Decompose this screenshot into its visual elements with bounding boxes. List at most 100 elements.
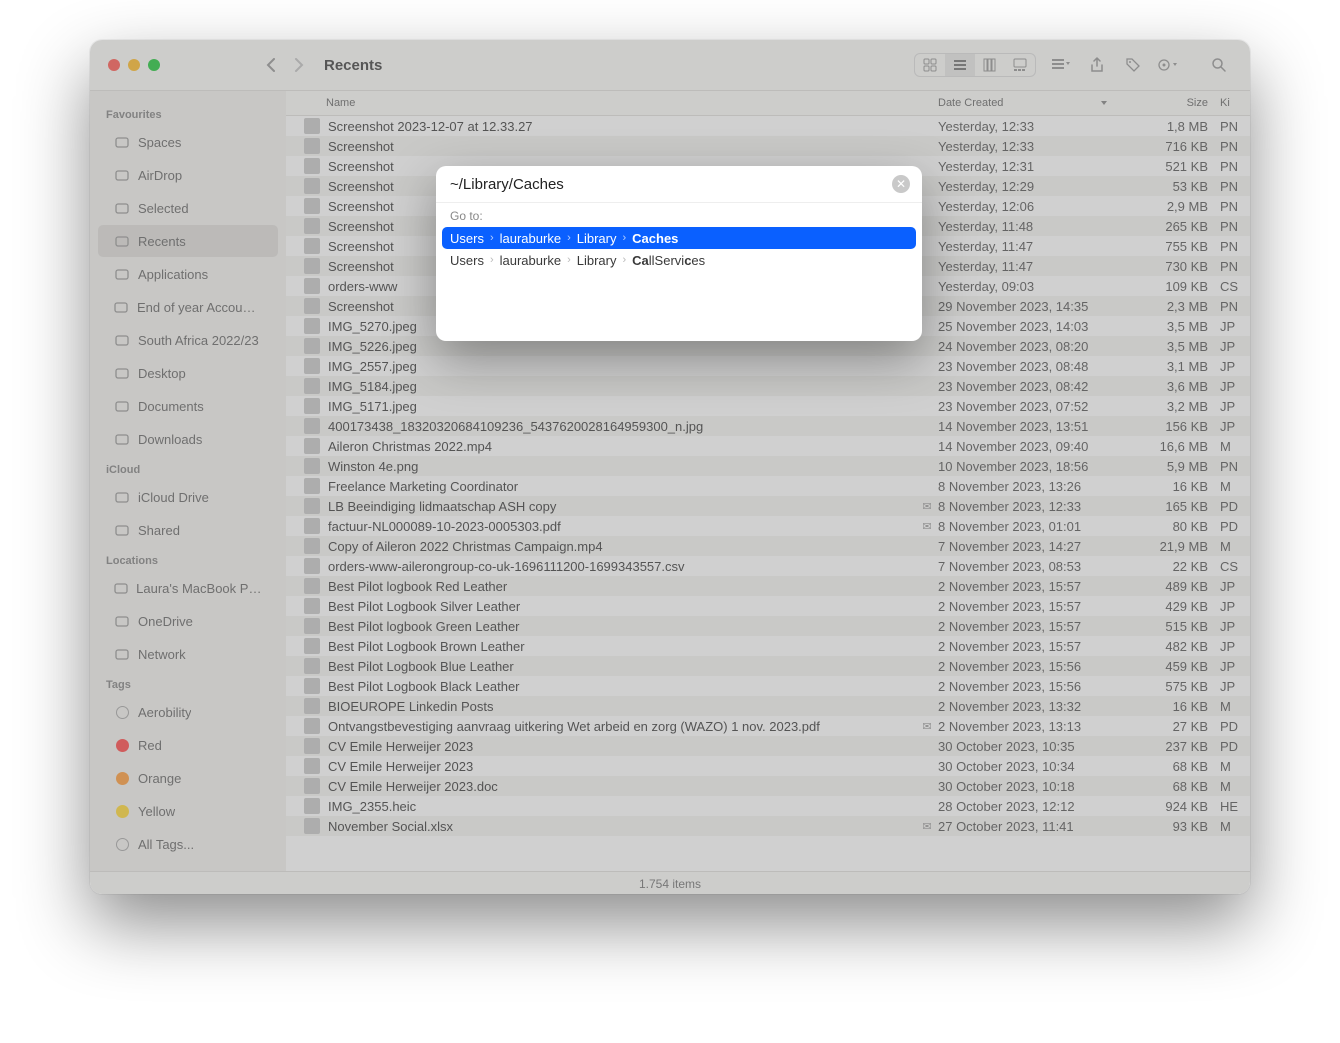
file-row[interactable]: Best Pilot logbook Red Leather2 November… [286, 576, 1250, 596]
minimize-window-button[interactable] [128, 59, 140, 71]
file-size: 16 KB [1118, 479, 1220, 494]
sidebar-item-label: Orange [138, 771, 181, 786]
file-date: Yesterday, 12:33 [938, 139, 1118, 154]
sidebar-item[interactable]: Orange [98, 762, 278, 794]
file-row[interactable]: Ontvangstbevestiging aanvraag uitkering … [286, 716, 1250, 736]
file-row[interactable]: IMG_2557.jpeg23 November 2023, 08:483,1 … [286, 356, 1250, 376]
group-by-button[interactable] [1050, 54, 1072, 76]
file-icon [304, 118, 320, 134]
file-icon [304, 158, 320, 174]
file-name: IMG_5184.jpeg [328, 379, 916, 394]
file-row[interactable]: LB Beeindiging lidmaatschap ASH copy✉8 N… [286, 496, 1250, 516]
file-size: 68 KB [1118, 759, 1220, 774]
list-view-button[interactable] [945, 54, 975, 76]
file-kind: JP [1220, 639, 1250, 654]
sidebar-item[interactable]: Yellow [98, 795, 278, 827]
column-header-kind[interactable]: Ki [1220, 97, 1250, 109]
file-date: 23 November 2023, 08:48 [938, 359, 1118, 374]
action-button[interactable] [1158, 54, 1180, 76]
file-row[interactable]: ScreenshotYesterday, 12:33716 KBPN [286, 136, 1250, 156]
file-row[interactable]: Best Pilot Logbook Silver Leather2 Novem… [286, 596, 1250, 616]
sidebar-item[interactable]: All Tags... [98, 828, 278, 860]
forward-button[interactable] [288, 54, 310, 76]
chevron-right-icon: › [565, 232, 573, 244]
icon-view-button[interactable] [915, 54, 945, 76]
file-date: 2 November 2023, 13:13 [938, 719, 1118, 734]
share-button[interactable] [1086, 54, 1108, 76]
sidebar-item[interactable]: Red [98, 729, 278, 761]
zoom-window-button[interactable] [148, 59, 160, 71]
titlebar: Recents [90, 40, 1250, 91]
file-row[interactable]: Copy of Aileron 2022 Christmas Campaign.… [286, 536, 1250, 556]
sidebar-item[interactable]: Downloads [98, 423, 278, 455]
file-icon [304, 718, 320, 734]
sidebar-item-label: Desktop [138, 366, 186, 381]
file-row[interactable]: IMG_5184.jpeg23 November 2023, 08:423,6 … [286, 376, 1250, 396]
tags-button[interactable] [1122, 54, 1144, 76]
file-size: 109 KB [1118, 279, 1220, 294]
file-row[interactable]: CV Emile Herweijer 2023.doc30 October 20… [286, 776, 1250, 796]
sidebar-item[interactable]: Aerobility [98, 696, 278, 728]
file-date: 2 November 2023, 15:56 [938, 679, 1118, 694]
sidebar-item[interactable]: South Africa 2022/23 [98, 324, 278, 356]
file-kind: M [1220, 699, 1250, 714]
tag-icon [114, 704, 130, 720]
clear-input-button[interactable]: ✕ [892, 175, 910, 193]
chevron-right-icon: › [620, 254, 628, 266]
file-name: Freelance Marketing Coordinator [328, 479, 916, 494]
file-row[interactable]: November Social.xlsx✉27 October 2023, 11… [286, 816, 1250, 836]
sidebar-item[interactable]: Spaces [98, 126, 278, 158]
column-header-size[interactable]: Size [1118, 97, 1220, 109]
file-size: 459 KB [1118, 659, 1220, 674]
sidebar-item[interactable]: Applications [98, 258, 278, 290]
file-icon [304, 478, 320, 494]
file-row[interactable]: 400173438_18320320684109236_543762002816… [286, 416, 1250, 436]
sidebar-item[interactable]: Recents [98, 225, 278, 257]
sidebar-item[interactable]: Documents [98, 390, 278, 422]
back-button[interactable] [260, 54, 282, 76]
file-kind: PN [1220, 159, 1250, 174]
column-header-date[interactable]: Date Created [938, 97, 1118, 109]
file-size: 53 KB [1118, 179, 1220, 194]
file-row[interactable]: orders-www-ailerongroup-co-uk-1696111200… [286, 556, 1250, 576]
sidebar-item[interactable]: Laura's MacBook Pro (... [98, 572, 278, 604]
gallery-view-button[interactable] [1005, 54, 1035, 76]
column-header-name[interactable]: Name [286, 97, 938, 109]
file-row[interactable]: Best Pilot Logbook Blue Leather2 Novembe… [286, 656, 1250, 676]
sidebar-item[interactable]: Network [98, 638, 278, 670]
sidebar-item-label: Red [138, 738, 162, 753]
file-row[interactable]: Aileron Christmas 2022.mp414 November 20… [286, 436, 1250, 456]
file-row[interactable]: Best Pilot logbook Green Leather2 Novemb… [286, 616, 1250, 636]
file-row[interactable]: Freelance Marketing Coordinator8 Novembe… [286, 476, 1250, 496]
sidebar-item[interactable]: Shared [98, 514, 278, 546]
column-headers: Name Date Created Size Ki [286, 91, 1250, 116]
file-row[interactable]: Screenshot 2023-12-07 at 12.33.27Yesterd… [286, 116, 1250, 136]
sidebar-item[interactable]: Selected [98, 192, 278, 224]
column-view-button[interactable] [975, 54, 1005, 76]
sidebar-item[interactable]: AirDrop [98, 159, 278, 191]
file-row[interactable]: factuur-NL000089-10-2023-0005303.pdf✉8 N… [286, 516, 1250, 536]
sidebar-item-label: Yellow [138, 804, 175, 819]
go-to-path-input[interactable] [448, 169, 892, 199]
file-row[interactable]: IMG_5171.jpeg23 November 2023, 07:523,2 … [286, 396, 1250, 416]
file-row[interactable]: Best Pilot Logbook Brown Leather2 Novemb… [286, 636, 1250, 656]
search-button[interactable] [1208, 54, 1230, 76]
close-window-button[interactable] [108, 59, 120, 71]
file-row[interactable]: Winston 4e.png10 November 2023, 18:565,9… [286, 456, 1250, 476]
sidebar-item[interactable]: End of year Accounts... [98, 291, 278, 323]
sidebar-item[interactable]: Desktop [98, 357, 278, 389]
sidebar-item[interactable]: OneDrive [98, 605, 278, 637]
file-row[interactable]: CV Emile Herweijer 202330 October 2023, … [286, 736, 1250, 756]
file-row[interactable]: Best Pilot Logbook Black Leather2 Novemb… [286, 676, 1250, 696]
sidebar-item[interactable]: iCloud Drive [98, 481, 278, 513]
app-icon [114, 266, 130, 282]
file-size: 3,2 MB [1118, 399, 1220, 414]
file-icon [304, 398, 320, 414]
file-row[interactable]: CV Emile Herweijer 202330 October 2023, … [286, 756, 1250, 776]
sidebar-item-label: iCloud Drive [138, 490, 209, 505]
path-suggestion[interactable]: Users›lauraburke›Library›CallServices [436, 249, 922, 271]
path-suggestion[interactable]: Users›lauraburke›Library›Caches [442, 227, 916, 249]
file-row[interactable]: BIOEUROPE Linkedin Posts2 November 2023,… [286, 696, 1250, 716]
file-size: 3,6 MB [1118, 379, 1220, 394]
file-row[interactable]: IMG_2355.heic28 October 2023, 12:12924 K… [286, 796, 1250, 816]
